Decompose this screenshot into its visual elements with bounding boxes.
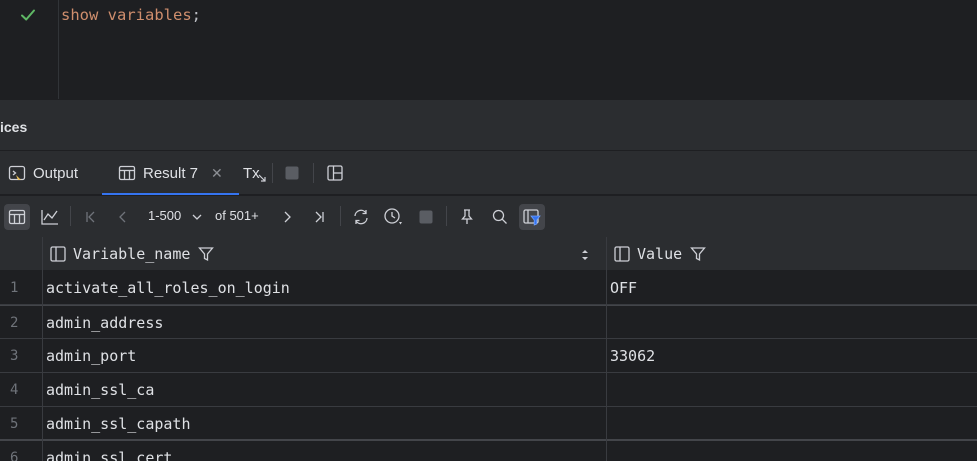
search-icon [492,209,507,224]
column-header-label: Value [637,245,683,263]
last-page-icon [315,211,324,223]
history-button[interactable] [380,204,406,230]
result-toolbar: 1-500 of 501+ [0,196,977,237]
stop-button[interactable] [279,160,305,186]
cell-variable-name[interactable]: admin_address [46,306,163,339]
row-number: 3 [10,347,19,364]
column-icon [613,245,631,263]
first-page-icon [86,211,95,223]
table-icon [118,164,136,182]
pin-icon [461,209,473,224]
results-grid: Variable_name Value 1 activate_all_roles… [0,237,977,461]
chevron-down-icon[interactable] [190,210,204,224]
toolbar-separator [70,206,71,226]
pin-tab-button[interactable] [454,204,480,230]
refresh-button[interactable] [348,204,374,230]
stop-icon [419,210,433,224]
table-row[interactable]: 5 admin_ssl_capath [0,407,977,441]
services-header: ices [0,99,977,151]
cell-value[interactable]: OFF [610,271,637,304]
column-header-value[interactable]: Value [613,237,707,271]
table-view-button[interactable] [4,204,30,230]
table-row[interactable]: 6 admin_ssl_cert [0,441,977,461]
previous-page-button[interactable] [110,204,136,230]
column-icon [49,245,67,263]
gutter-divider [58,0,59,99]
next-page-button[interactable] [274,204,300,230]
sql-statement[interactable]: show variables; [61,5,201,25]
grid-header: Variable_name Value [0,237,977,271]
first-page-button[interactable] [78,204,104,230]
column-divider[interactable] [606,237,607,461]
chevron-right-icon [284,211,291,223]
check-icon [21,9,35,21]
table-row[interactable]: 3 admin_port 33062 [0,339,977,373]
result-tabs: Output Result 7 ✕ Tx [0,151,977,195]
table-row[interactable]: 1 activate_all_roles_on_login OFF [0,271,977,305]
search-button[interactable] [487,204,513,230]
tab-transaction[interactable]: Tx [243,151,266,195]
sort-icon[interactable] [580,248,590,262]
clock-icon [384,208,402,225]
filter-icon[interactable] [198,246,215,262]
row-number: 2 [10,314,19,331]
chart-view-button[interactable] [37,204,63,230]
filter-icon[interactable] [690,246,707,262]
column-divider [42,237,43,461]
column-header-variable-name[interactable]: Variable_name [49,237,215,271]
stop-icon [285,166,299,180]
tab-separator [313,163,314,183]
tab-output-label: Output [33,164,79,182]
cancel-query-button[interactable] [413,204,439,230]
cell-value[interactable]: 33062 [610,339,655,372]
sql-terminator: ; [191,6,201,24]
toolbar-separator [340,206,341,226]
tab-result-7-label: Result 7 [143,164,199,182]
cell-variable-name[interactable]: admin_ssl_cert [46,441,172,461]
filter-panel-icon [523,209,541,226]
table-row[interactable]: 4 admin_ssl_ca [0,373,977,407]
row-number: 1 [10,279,19,296]
table-row[interactable]: 2 admin_address [0,305,977,339]
last-page-button[interactable] [306,204,332,230]
chevron-left-icon [119,211,126,223]
column-header-label: Variable_name [73,245,191,263]
services-title: ices [0,119,28,135]
tab-separator [272,163,273,183]
row-number: 4 [10,381,19,398]
total-rows: of 501+ [215,208,259,223]
chart-icon [41,210,58,225]
filter-panel-button[interactable] [519,204,545,230]
tab-result-7[interactable]: Result 7 ✕ [102,151,239,195]
close-icon[interactable]: ✕ [211,165,223,182]
toolbar-separator [446,206,447,226]
tab-output[interactable]: Output [8,151,78,195]
layout-icon [327,165,343,181]
cell-variable-name[interactable]: admin_ssl_ca [46,373,154,406]
sql-editor[interactable]: show variables; [0,0,977,99]
cell-variable-name[interactable]: admin_port [46,339,136,372]
row-number: 5 [10,415,19,432]
cell-variable-name[interactable]: activate_all_roles_on_login [46,271,290,304]
table-icon [8,209,26,225]
output-console-icon [8,164,26,182]
refresh-icon [354,209,368,225]
sql-keyword: show variables [61,6,192,24]
row-number: 6 [10,449,19,461]
page-range[interactable]: 1-500 [148,208,181,223]
arrow-down-right-icon [258,174,266,182]
layout-button[interactable] [322,160,348,186]
cell-variable-name[interactable]: admin_ssl_capath [46,407,191,440]
